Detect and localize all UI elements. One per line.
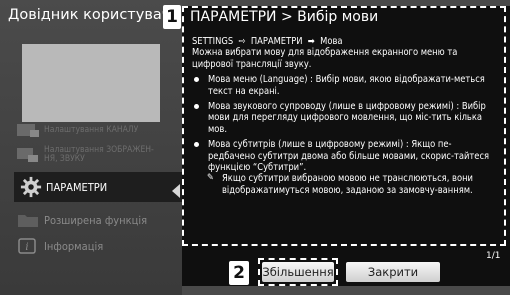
bullet-icon [194, 104, 199, 110]
gear-icon [20, 176, 42, 198]
list-item: Мова звукового супроводу (лише в цифрово… [192, 101, 492, 135]
menu-item-information[interactable]: i Інформація [16, 234, 176, 258]
menu-item-label: Налаштування ЗОБРАЖЕН- НЯ, ЗВУКУ [44, 145, 154, 164]
note-text: Якщо субтитри вибраною мовою не транслюю… [222, 173, 473, 196]
menu-item-picture-sound[interactable]: Налаштування ЗОБРАЖЕН- НЯ, ЗВУКУ [16, 140, 176, 170]
info-icon: i [18, 238, 36, 254]
popup-intro: Можна вибрати мову для відображення екра… [192, 47, 458, 70]
picture-sound-icon [17, 148, 38, 162]
note-pencil-icon: ✎ [207, 173, 214, 184]
guide-sidebar: Довідник користувача Налаштування КАНАЛУ… [0, 0, 182, 295]
list-item: Мова меню (Language) : Вибір мови, якою … [192, 74, 492, 97]
guide-title: Довідник користувача [8, 7, 180, 23]
popup-title: ПАРАМЕТРИ > Вибір мови [190, 9, 379, 25]
preview-thumbnail [22, 44, 160, 122]
menu-item-parameters[interactable]: ПАРАМЕТРИ [14, 172, 182, 202]
selection-pointer-icon [172, 184, 180, 198]
bullet-text: Мова звукового супроводу (лише в цифрово… [208, 101, 486, 135]
menu-item-label: Інформація [44, 239, 104, 253]
path-parameters: ПАРАМЕТРИ [250, 36, 303, 47]
popup-body: SETTINGS ⇨ ПАРАМЕТРИ ➡ Мова Можна вибрат… [192, 36, 492, 196]
close-button[interactable]: Закрити [346, 262, 440, 282]
callout-badge-1: 1 [163, 5, 181, 29]
popup-note: ✎ Якщо субтитри вибраною мовою не трансл… [192, 173, 492, 196]
menu-path: SETTINGS ⇨ ПАРАМЕТРИ ➡ Мова [192, 36, 492, 47]
menu-item-label: ПАРАМЕТРИ [46, 180, 108, 194]
user-guide-screen: Довідник користувача Налаштування КАНАЛУ… [0, 0, 510, 295]
menu-item-advanced-function[interactable]: Розширена функція [16, 208, 176, 232]
bullet-text: Мова меню (Language) : Вибір мови, якою … [208, 74, 485, 97]
path-language: Мова [320, 36, 343, 47]
bullet-text: Мова субтитрів (лише в цифровому режимі)… [208, 139, 490, 174]
bullet-icon [194, 77, 199, 83]
callout-badge-2: 2 [229, 261, 249, 285]
svg-text:i: i [25, 242, 28, 253]
arrow-solid-icon: ➡ [305, 36, 318, 47]
menu-item-channel-settings[interactable]: Налаштування КАНАЛУ [16, 118, 176, 142]
zoom-button[interactable]: Збільшення [262, 262, 334, 282]
arrow-outline-icon: ⇨ [235, 36, 249, 47]
menu-item-label: Розширена функція [44, 213, 148, 227]
folder-icon [18, 215, 38, 227]
menu-item-label: Налаштування КАНАЛУ [44, 124, 139, 135]
list-item: Мова субтитрів (лише в цифровому режимі)… [192, 139, 492, 173]
bullet-icon [194, 142, 199, 148]
bullet-list: Мова меню (Language) : Вибір мови, якою … [192, 74, 492, 173]
page-indicator: 1/1 [486, 251, 501, 261]
path-settings: SETTINGS [192, 36, 234, 47]
channel-settings-icon [17, 124, 39, 137]
